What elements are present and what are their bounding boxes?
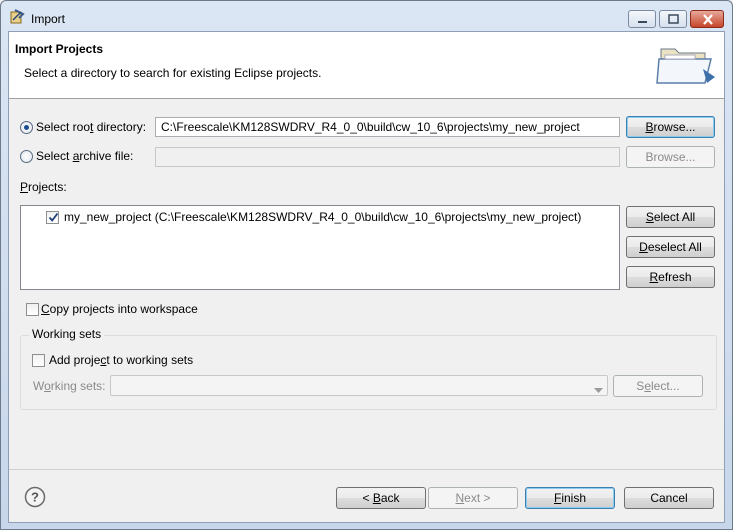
footer-separator <box>9 469 724 470</box>
working-sets-group: Working sets Add project to working sets… <box>20 327 717 410</box>
back-button[interactable]: < Back <box>336 487 426 509</box>
projects-list[interactable]: my_new_project (C:\Freescale\KM128SWDRV_… <box>20 205 620 290</box>
working-sets-combo[interactable] <box>110 375 608 396</box>
select-all-button[interactable]: Select All <box>626 206 715 228</box>
copy-projects-label[interactable]: Copy projects into workspace <box>41 302 198 316</box>
root-directory-input[interactable]: C:\Freescale\KM128SWDRV_R4_0_0\build\cw_… <box>155 117 620 137</box>
folder-open-icon <box>655 39 717 92</box>
refresh-button[interactable]: Refresh <box>626 266 715 288</box>
dialog-client-area: Import Projects Select a directory to se… <box>8 31 725 523</box>
svg-text:?: ? <box>31 490 39 505</box>
deselect-all-button[interactable]: Deselect All <box>626 236 715 258</box>
page-title: Import Projects <box>15 42 104 56</box>
archive-file-input[interactable] <box>155 147 620 167</box>
project-checkbox[interactable] <box>46 211 59 224</box>
working-sets-select-button[interactable]: Select... <box>613 375 703 397</box>
chevron-down-icon <box>594 383 603 397</box>
archive-browse-button[interactable]: Browse... <box>626 146 715 168</box>
add-to-working-sets-label[interactable]: Add project to working sets <box>49 353 193 367</box>
projects-label: Projects: <box>20 180 67 194</box>
root-browse-button[interactable]: Browse... <box>626 116 715 138</box>
maximize-button[interactable] <box>659 10 687 28</box>
add-to-working-sets-checkbox[interactable] <box>32 354 45 367</box>
page-description: Select a directory to search for existin… <box>24 66 322 80</box>
archive-file-label[interactable]: Select archive file: <box>36 149 133 163</box>
root-directory-radio[interactable] <box>20 121 33 134</box>
archive-file-radio[interactable] <box>20 150 33 163</box>
root-directory-label[interactable]: Select root directory: <box>36 120 146 134</box>
finish-button[interactable]: Finish <box>525 487 615 509</box>
help-icon[interactable]: ? <box>24 486 46 511</box>
working-sets-field-label: Working sets: <box>33 379 106 393</box>
close-button[interactable] <box>690 10 724 28</box>
working-sets-group-title: Working sets <box>29 327 105 341</box>
dialog-banner: Import Projects Select a directory to se… <box>9 32 724 99</box>
copy-projects-checkbox[interactable] <box>26 303 39 316</box>
eclipse-import-icon <box>9 9 25 25</box>
window-title: Import <box>31 12 66 26</box>
title-bar[interactable]: Import <box>1 1 732 31</box>
project-item-label: my_new_project (C:\Freescale\KM128SWDRV_… <box>64 210 582 224</box>
import-dialog-window: Import Import Projects Select a director… <box>0 0 733 530</box>
next-button[interactable]: Next > <box>428 487 518 509</box>
cancel-button[interactable]: Cancel <box>624 487 714 509</box>
minimize-button[interactable] <box>628 10 656 28</box>
list-item[interactable]: my_new_project (C:\Freescale\KM128SWDRV_… <box>46 210 616 227</box>
